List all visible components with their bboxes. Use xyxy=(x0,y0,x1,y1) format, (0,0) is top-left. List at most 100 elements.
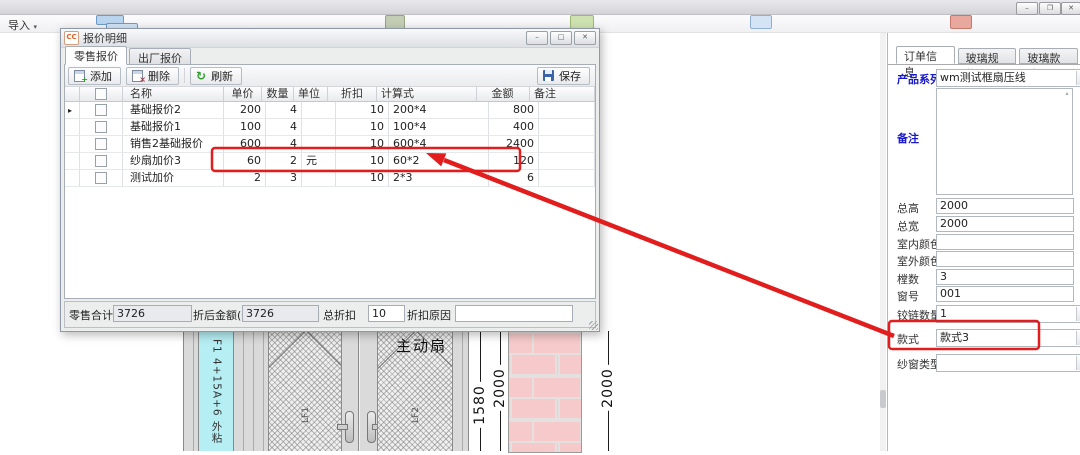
dialog-close-button[interactable]: ✕ xyxy=(574,31,596,45)
scroll-up-icon[interactable]: ▴ xyxy=(1063,90,1071,97)
toolbar-icon[interactable] xyxy=(385,15,405,29)
dialog-title: 报价明细 xyxy=(83,30,127,46)
mesh-left-label: LF1 xyxy=(301,407,311,423)
remark-textarea[interactable]: ▴ xyxy=(936,88,1073,195)
app-restore-button[interactable]: ❐ xyxy=(1039,2,1061,15)
tab-retail-quote[interactable]: 零售报价 xyxy=(65,46,127,65)
table-row[interactable]: 测试加价 2 3 10 2*3 6 xyxy=(65,170,595,187)
tab-glass-spec[interactable]: 玻璃规格 xyxy=(958,48,1017,64)
mesh-right-label: LF2 xyxy=(411,407,421,423)
app-root: { "colors":{"accent_red":"#e11d1d","glas… xyxy=(0,0,1080,451)
mesh-sash-left[interactable]: LF1 xyxy=(268,331,343,451)
window-number-label: 窗号 xyxy=(897,288,919,304)
glass-panel[interactable]: F1 4+15A+6 外粘 xyxy=(198,331,235,451)
hinge-count-select[interactable]: 1 ▾ xyxy=(936,305,1080,323)
import-label: 导入 xyxy=(8,19,30,32)
table-row-highlighted[interactable]: 纱扇加价3 60 2 元 10 60*2 120 xyxy=(65,153,595,170)
exterior-color-label: 室外颜色 xyxy=(897,253,941,269)
style-select[interactable]: 款式3 ▾ xyxy=(936,329,1080,347)
quote-summary-bar: 零售合计(元) 3726 折后金额(元) 3726 总折扣 10 折扣原因 xyxy=(64,301,596,328)
total-height-label: 总高 xyxy=(897,200,919,216)
dimension-line: 2000 xyxy=(500,331,501,451)
active-sash-label: 主动扇 xyxy=(396,335,447,356)
door-stiles xyxy=(341,331,379,451)
quote-toolbar: + 添加 × 删除 ↻ 刷新 保存 xyxy=(65,65,595,87)
set-count-label: 樘数 xyxy=(897,271,919,287)
style-label: 款式 xyxy=(897,331,919,347)
handle-stem xyxy=(337,424,348,430)
dimension-value: 2000 xyxy=(492,365,508,411)
discounted-amount-field[interactable]: 3726 xyxy=(242,305,319,322)
chevron-down-icon[interactable]: ▾ xyxy=(1076,331,1080,345)
window-number-field[interactable]: 001 xyxy=(936,286,1074,302)
delete-icon: × xyxy=(132,70,143,82)
tab-order-info[interactable]: 订单信息 xyxy=(896,46,955,64)
screen-type-select[interactable]: ▾ xyxy=(936,354,1080,372)
quote-table-panel: + 添加 × 删除 ↻ 刷新 保存 名称 单价 数量 xyxy=(64,64,596,299)
dimension-line: 1580 xyxy=(480,331,481,451)
import-caret-icon: ▾ xyxy=(34,23,38,31)
row-checkbox[interactable] xyxy=(95,121,107,133)
discount-reason-label: 折扣原因 xyxy=(407,307,451,323)
select-all-checkbox[interactable] xyxy=(95,88,107,100)
current-row-marker-icon: ▸ xyxy=(65,106,72,115)
tab-glass-style[interactable]: 玻璃款式 xyxy=(1019,48,1078,64)
tab-factory-quote[interactable]: 出厂报价 xyxy=(129,48,191,65)
panel-scrollbar-thumb[interactable] xyxy=(880,390,886,408)
exterior-color-field[interactable] xyxy=(936,251,1074,267)
toolbar-icon[interactable] xyxy=(570,15,594,29)
order-info-panel: 订单信息 玻璃规格 玻璃款式 产品系列 wm测试框扇压线 ▾ 备注 ▴ 总高 2… xyxy=(887,32,1080,451)
table-row[interactable]: 销售2基础报价 600 4 10 600*4 2400 xyxy=(65,136,595,153)
dialog-maximize-button[interactable]: □ xyxy=(550,31,572,45)
app-titlebar[interactable]: – ❐ ✕ xyxy=(0,0,1080,15)
retail-total-field[interactable]: 3726 xyxy=(113,305,192,322)
toolbar-icon[interactable] xyxy=(750,15,772,29)
sash-opening-mark xyxy=(268,331,343,451)
row-checkbox[interactable] xyxy=(95,155,107,167)
window-frame-profile xyxy=(452,331,469,451)
dimension-value: 2000 xyxy=(600,365,616,411)
total-width-label: 总宽 xyxy=(897,218,919,234)
screen-type-label: 纱窗类型 xyxy=(897,356,941,372)
dimension-value: 1580 xyxy=(472,382,488,428)
product-series-select[interactable]: wm测试框扇压线 ▾ xyxy=(936,69,1080,87)
set-count-field[interactable]: 3 xyxy=(936,269,1074,285)
app-minimize-button[interactable]: – xyxy=(1016,2,1038,15)
interior-color-field[interactable] xyxy=(936,234,1074,250)
chevron-down-icon[interactable]: ▾ xyxy=(1076,356,1080,370)
app-close-button[interactable]: ✕ xyxy=(1061,2,1080,15)
import-menu-button[interactable]: 导入 ▾ xyxy=(8,17,37,33)
remark-label: 备注 xyxy=(897,130,919,146)
add-icon: + xyxy=(74,70,85,82)
dialog-titlebar[interactable]: CC 报价明细 – □ ✕ xyxy=(61,29,599,48)
save-button[interactable]: 保存 xyxy=(537,67,590,85)
panel-tabs: 订单信息 玻璃规格 玻璃款式 xyxy=(896,48,1080,64)
delete-button[interactable]: × 删除 xyxy=(126,67,179,85)
refresh-button[interactable]: ↻ 刷新 xyxy=(190,67,242,85)
panel-scrollbar[interactable] xyxy=(880,32,886,451)
table-row[interactable]: ▸ 基础报价2 200 4 10 200*4 800 xyxy=(65,102,595,119)
dialog-minimize-button[interactable]: – xyxy=(526,31,548,45)
total-height-field[interactable]: 2000 xyxy=(936,198,1074,214)
toolbar-icon[interactable] xyxy=(950,15,972,29)
product-series-label: 产品系列 xyxy=(897,71,941,87)
table-header-row: 名称 单价 数量 单位 折扣 计算式 金额 备注 xyxy=(65,87,595,102)
row-checkbox[interactable] xyxy=(95,104,107,116)
dialog-cc-icon: CC xyxy=(64,31,79,45)
discount-reason-field[interactable] xyxy=(455,305,573,322)
table-row[interactable]: 基础报价1 100 4 10 100*4 400 xyxy=(65,119,595,136)
resize-grip[interactable] xyxy=(589,321,598,330)
row-checkbox[interactable] xyxy=(95,138,107,150)
quote-table: 名称 单价 数量 单位 折扣 计算式 金额 备注 ▸ 基础报价2 200 4 1… xyxy=(65,87,595,298)
interior-color-label: 室内颜色 xyxy=(897,236,941,252)
quote-tabs: 零售报价 出厂报价 xyxy=(65,48,193,65)
row-checkbox[interactable] xyxy=(95,172,107,184)
chevron-down-icon[interactable]: ▾ xyxy=(1076,307,1080,321)
add-button[interactable]: + 添加 xyxy=(68,67,121,85)
brick-pattern xyxy=(509,332,581,452)
chevron-down-icon[interactable]: ▾ xyxy=(1076,71,1080,85)
total-width-field[interactable]: 2000 xyxy=(936,216,1074,232)
total-discount-field[interactable]: 10 xyxy=(368,305,405,322)
hinge-count-label: 铰链数量 xyxy=(897,307,941,323)
quote-detail-dialog: CC 报价明细 – □ ✕ 零售报价 出厂报价 + 添加 × 删除 ↻ 刷新 xyxy=(60,28,600,332)
